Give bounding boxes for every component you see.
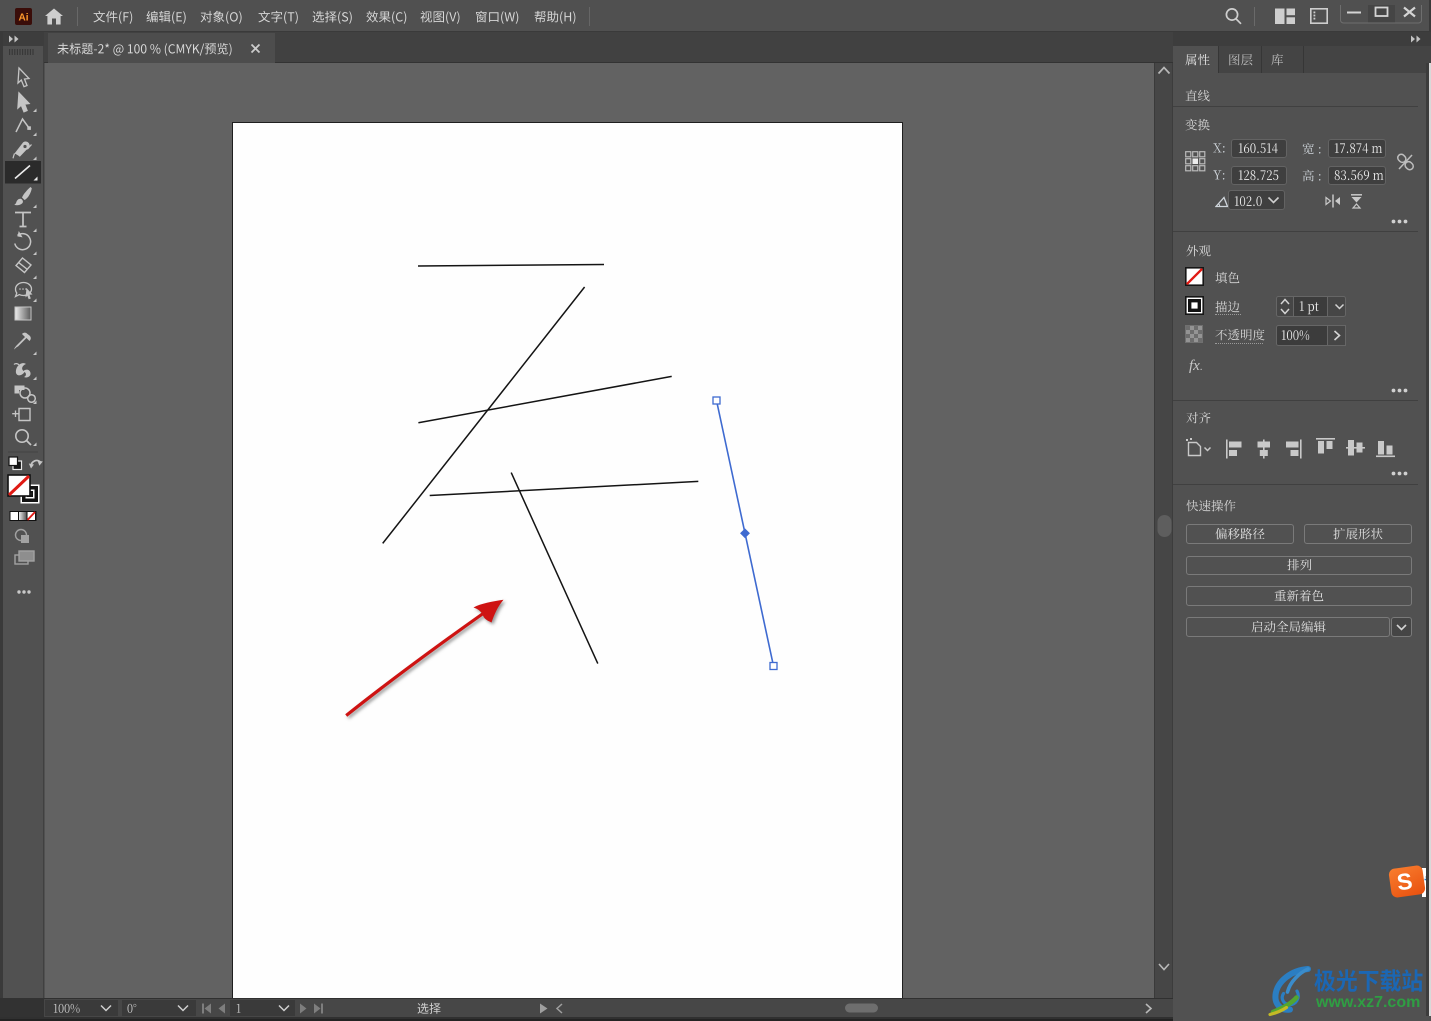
svg-text:Ai: Ai [19,13,29,24]
